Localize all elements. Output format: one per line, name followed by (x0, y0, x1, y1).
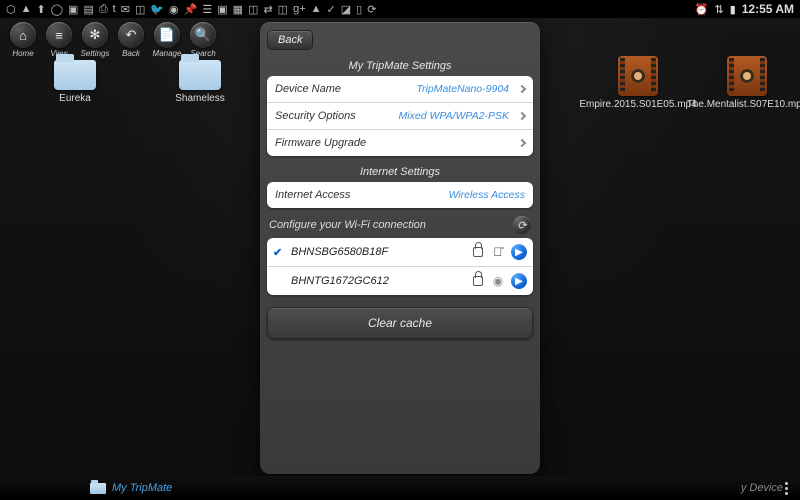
status-icon: ⇄ (263, 3, 272, 16)
alarm-icon: ⏰ (695, 3, 709, 16)
battery-icon: ▮ (730, 3, 736, 16)
android-status-bar: ⬡ ▲ ⬆ ◯ ▣ ▤ ⎙ t ✉ ◫ 🐦 ◉ 📌 ☰ ▣ ▦ ◫ ⇄ ◫ g+… (0, 0, 800, 18)
dot-icon (785, 487, 788, 490)
row-label: Firmware Upgrade (275, 137, 366, 149)
status-icon: ⬆ (37, 3, 46, 16)
internet-access-row[interactable]: Internet Access Wireless Access (267, 182, 533, 208)
folder-icon (54, 60, 96, 90)
connected-check-icon: ✔ (273, 246, 285, 259)
status-icon: ▣ (217, 3, 227, 16)
status-notification-icons: ⬡ ▲ ⬆ ◯ ▣ ▤ ⎙ t ✉ ◫ 🐦 ◉ 📌 ☰ ▣ ▦ ◫ ⇄ ◫ g+… (6, 3, 376, 16)
status-icon: ◯ (51, 3, 63, 16)
status-icon: ⟳ (367, 3, 376, 16)
overflow-menu-button[interactable] (783, 480, 790, 497)
wifi-network-row[interactable]: ✔ BHNSBG6580B18F ◉᷾ ▶ (267, 238, 533, 267)
tab-label: My TripMate (112, 482, 172, 494)
status-icon: ☰ (202, 3, 212, 16)
folder-icon (179, 60, 221, 90)
status-icon: ◫ (135, 3, 145, 16)
list-icon: ≡ (46, 22, 72, 48)
video-file-empire[interactable]: Empire.2015.S01E05.mp4 (588, 56, 688, 110)
status-icon: ◫ (278, 3, 288, 16)
security-options-row[interactable]: Security Options Mixed WPA/WPA2-PSK (267, 103, 533, 130)
tripmate-settings-panel: Back My TripMate Settings Device Name Tr… (260, 22, 540, 474)
wifi-signal-icon: ◉᷾ (494, 246, 503, 258)
chevron-right-icon: ▶ (515, 276, 523, 287)
status-icon: ⬡ (6, 3, 16, 16)
wifi-ssid: BHNTG1672GC612 (291, 275, 467, 287)
internet-access-value: Wireless Access (448, 189, 525, 201)
wifi-networks-group: ✔ BHNSBG6580B18F ◉᷾ ▶ BHNTG1672GC612 ◉ ▶ (267, 238, 533, 295)
tab-my-device[interactable]: y Device (741, 482, 783, 494)
device-name-value: TripMateNano-9904 (416, 83, 509, 95)
status-icon: t (113, 3, 116, 15)
chevron-right-icon (518, 85, 526, 93)
row-label: Internet Access (275, 189, 350, 201)
folder-icon (90, 483, 106, 494)
search-icon: 🔍 (190, 22, 216, 48)
wifi-signal-icon: ◉ (493, 275, 503, 287)
internet-settings-group: Internet Access Wireless Access (267, 182, 533, 208)
bottom-tab-bar: My TripMate y Device (0, 476, 800, 500)
chevron-right-icon (518, 112, 526, 120)
wifi-details-button[interactable]: ▶ (511, 244, 527, 260)
row-label: Security Options (275, 110, 356, 122)
video-file-mentalist[interactable]: The.Mentalist.S07E10.mp4 (692, 56, 800, 110)
row-label: Device Name (275, 83, 341, 95)
device-name-row[interactable]: Device Name TripMateNano-9904 (267, 76, 533, 103)
dot-icon (785, 482, 788, 485)
file-label: The.Mentalist.S07E10.mp4 (687, 99, 800, 110)
status-icon: ▲ (21, 3, 32, 15)
tripmate-settings-group: Device Name TripMateNano-9904 Security O… (267, 76, 533, 156)
home-icon: ⌂ (10, 22, 36, 48)
status-icon: ✓ (327, 3, 336, 16)
folder-label: Shameless (175, 93, 224, 104)
status-icon: ⎙ (99, 3, 108, 16)
security-options-value: Mixed WPA/WPA2-PSK (399, 110, 509, 122)
wifi-details-button[interactable]: ▶ (511, 273, 527, 289)
status-icon: ◫ (248, 3, 258, 16)
panel-back-button[interactable]: Back (267, 30, 313, 50)
chevron-right-icon: ▶ (515, 247, 523, 258)
refresh-wifi-button[interactable]: ⟳ (513, 216, 531, 234)
status-icon: ▦ (233, 3, 243, 16)
wifi-network-row[interactable]: BHNTG1672GC612 ◉ ▶ (267, 267, 533, 295)
lock-icon (473, 247, 483, 257)
back-arrow-icon: ↶ (118, 22, 144, 48)
status-icon: ▣ (68, 3, 78, 16)
chevron-right-icon (518, 139, 526, 147)
section-my-tripmate-title: My TripMate Settings (267, 60, 533, 72)
firmware-upgrade-row[interactable]: Firmware Upgrade (267, 130, 533, 156)
clear-cache-button[interactable]: Clear cache (267, 307, 533, 339)
status-icon: ▯ (356, 3, 362, 16)
clock: 12:55 AM (742, 2, 794, 16)
video-icon (618, 56, 658, 96)
tab-label: y Device (741, 482, 783, 494)
status-icon: ◉ (169, 3, 179, 16)
status-icon: ◪ (341, 3, 351, 16)
status-icon: 🐦 (150, 3, 164, 16)
folder-shameless[interactable]: Shameless (160, 60, 240, 104)
status-icon: g+ (293, 3, 306, 15)
wifi-icon: ⇅ (714, 3, 723, 16)
status-icon: ▲ (311, 3, 322, 15)
tab-my-tripmate[interactable]: My TripMate (90, 482, 172, 494)
gear-icon: ✻ (82, 22, 108, 48)
status-icon: 📌 (184, 3, 198, 16)
document-icon: 📄 (154, 22, 180, 48)
refresh-icon: ⟳ (517, 219, 526, 232)
section-internet-title: Internet Settings (267, 166, 533, 178)
status-system-icons: ⏰ ⇅ ▮ 12:55 AM (695, 2, 794, 16)
status-icon: ✉ (121, 3, 130, 16)
file-label: Empire.2015.S01E05.mp4 (579, 99, 696, 110)
wifi-ssid: BHNSBG6580B18F (291, 246, 467, 258)
lock-icon (473, 276, 483, 286)
configure-wifi-label: Configure your Wi-Fi connection (269, 219, 426, 231)
status-icon: ▤ (83, 3, 93, 16)
video-icon (727, 56, 767, 96)
dot-icon (785, 492, 788, 495)
folder-label: Eureka (59, 93, 91, 104)
folder-eureka[interactable]: Eureka (35, 60, 115, 104)
